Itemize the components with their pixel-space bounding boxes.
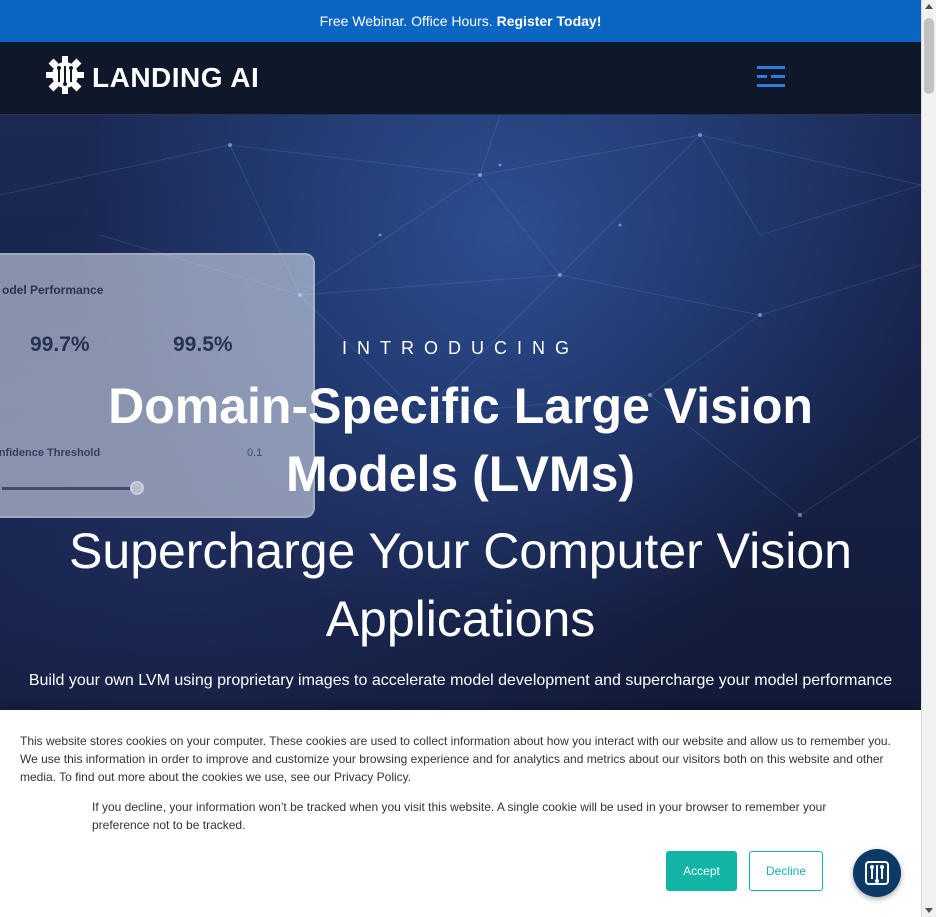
banner-register-link[interactable]: Register Today!	[497, 13, 602, 29]
announcement-banner[interactable]: Free Webinar. Office Hours. Register Tod…	[0, 0, 921, 42]
page-scrollbar[interactable]	[921, 0, 936, 917]
cookie-text-primary: This website stores cookies on your comp…	[20, 734, 891, 784]
page-viewport: Free Webinar. Office Hours. Register Tod…	[0, 0, 921, 917]
scroll-down-arrow-icon[interactable]	[925, 908, 933, 913]
hero-eyebrow: INTRODUCING	[342, 338, 579, 358]
logo-wordmark: LANDING AI	[92, 61, 260, 93]
scroll-up-arrow-icon[interactable]	[925, 4, 933, 9]
hero-description: Build your own LVM using proprietary ima…	[28, 672, 893, 689]
hero-title: Domain-Specific Large Vision Models (LVM…	[108, 378, 813, 502]
hamburger-menu-icon[interactable]	[755, 64, 789, 90]
accept-cookies-button[interactable]: Accept	[666, 851, 737, 891]
cookie-consent-banner: This website stores cookies on your comp…	[0, 710, 921, 917]
banner-text: Free Webinar. Office Hours.	[319, 13, 493, 29]
site-logo[interactable]: LANDING AI	[44, 54, 259, 101]
card-title: odel Performance	[2, 283, 104, 297]
decline-cookies-button[interactable]: Decline	[749, 851, 823, 891]
hero-subtitle: Supercharge Your Computer Vision Applica…	[69, 523, 852, 647]
scrollbar-thumb[interactable]	[924, 18, 934, 94]
chat-bot-icon[interactable]	[853, 849, 901, 897]
site-header: LANDING AI	[0, 42, 921, 115]
gear-chip-icon	[44, 54, 86, 101]
hero-section: odel Performance 99.7% 99.5% onfidence T…	[0, 115, 921, 715]
cookie-text-secondary: If you decline, your information won’t b…	[92, 800, 827, 832]
